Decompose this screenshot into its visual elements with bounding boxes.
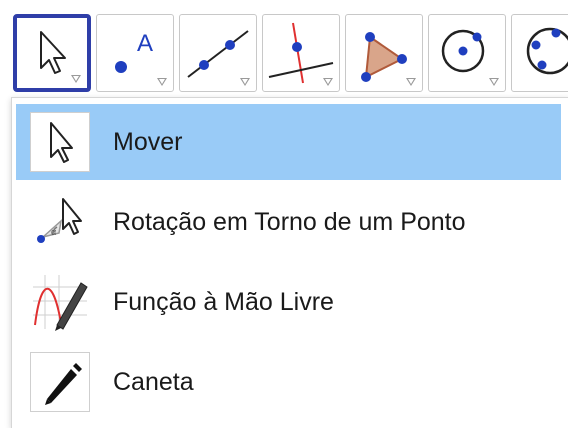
pen-icon (45, 363, 82, 405)
menu-item-label: Função à Mão Livre (113, 288, 334, 316)
menu-icon-frame (30, 352, 90, 412)
menu-icon-frame: α (30, 192, 90, 252)
menu-item-freehand-function[interactable]: Função à Mão Livre (16, 264, 561, 340)
move-tool-button[interactable] (13, 14, 91, 92)
submenu-arrow-icon (323, 78, 333, 86)
toolbar: A (0, 0, 568, 100)
point-label-text: A (137, 30, 153, 57)
line-tool-button[interactable] (179, 14, 257, 92)
menu-item-rotate-around-point[interactable]: α Rotação em Torno de um Ponto (16, 184, 561, 260)
circle-tool-button[interactable] (428, 14, 506, 92)
point-tool-button[interactable]: A (96, 14, 174, 92)
menu-item-move[interactable]: Mover (16, 104, 561, 180)
menu-item-label: Rotação em Torno de um Ponto (113, 208, 466, 236)
submenu-arrow-icon (406, 78, 416, 86)
submenu-arrow-icon (240, 78, 250, 86)
cursor-arrow-icon (50, 122, 73, 163)
polygon-tool-button[interactable] (345, 14, 423, 92)
svg-text:α: α (51, 227, 56, 237)
submenu-arrow-icon (157, 78, 167, 86)
menu-item-pen[interactable]: Caneta (16, 344, 561, 420)
rotate-around-point-icon: α (37, 198, 82, 243)
perpendicular-tool-button[interactable] (262, 14, 340, 92)
submenu-arrow-icon (489, 78, 499, 86)
tool-dropdown-menu: Mover α Rotação em Torno de um Ponto Fun… (11, 97, 568, 428)
menu-item-label: Caneta (113, 368, 194, 396)
submenu-arrow-icon (71, 75, 81, 83)
circle-three-points-icon (526, 27, 568, 75)
circle-three-points-tool-button[interactable] (511, 14, 568, 92)
menu-icon-frame (30, 272, 90, 332)
freehand-function-icon (33, 275, 88, 331)
menu-icon-frame (30, 112, 90, 172)
menu-item-label: Mover (113, 128, 183, 156)
